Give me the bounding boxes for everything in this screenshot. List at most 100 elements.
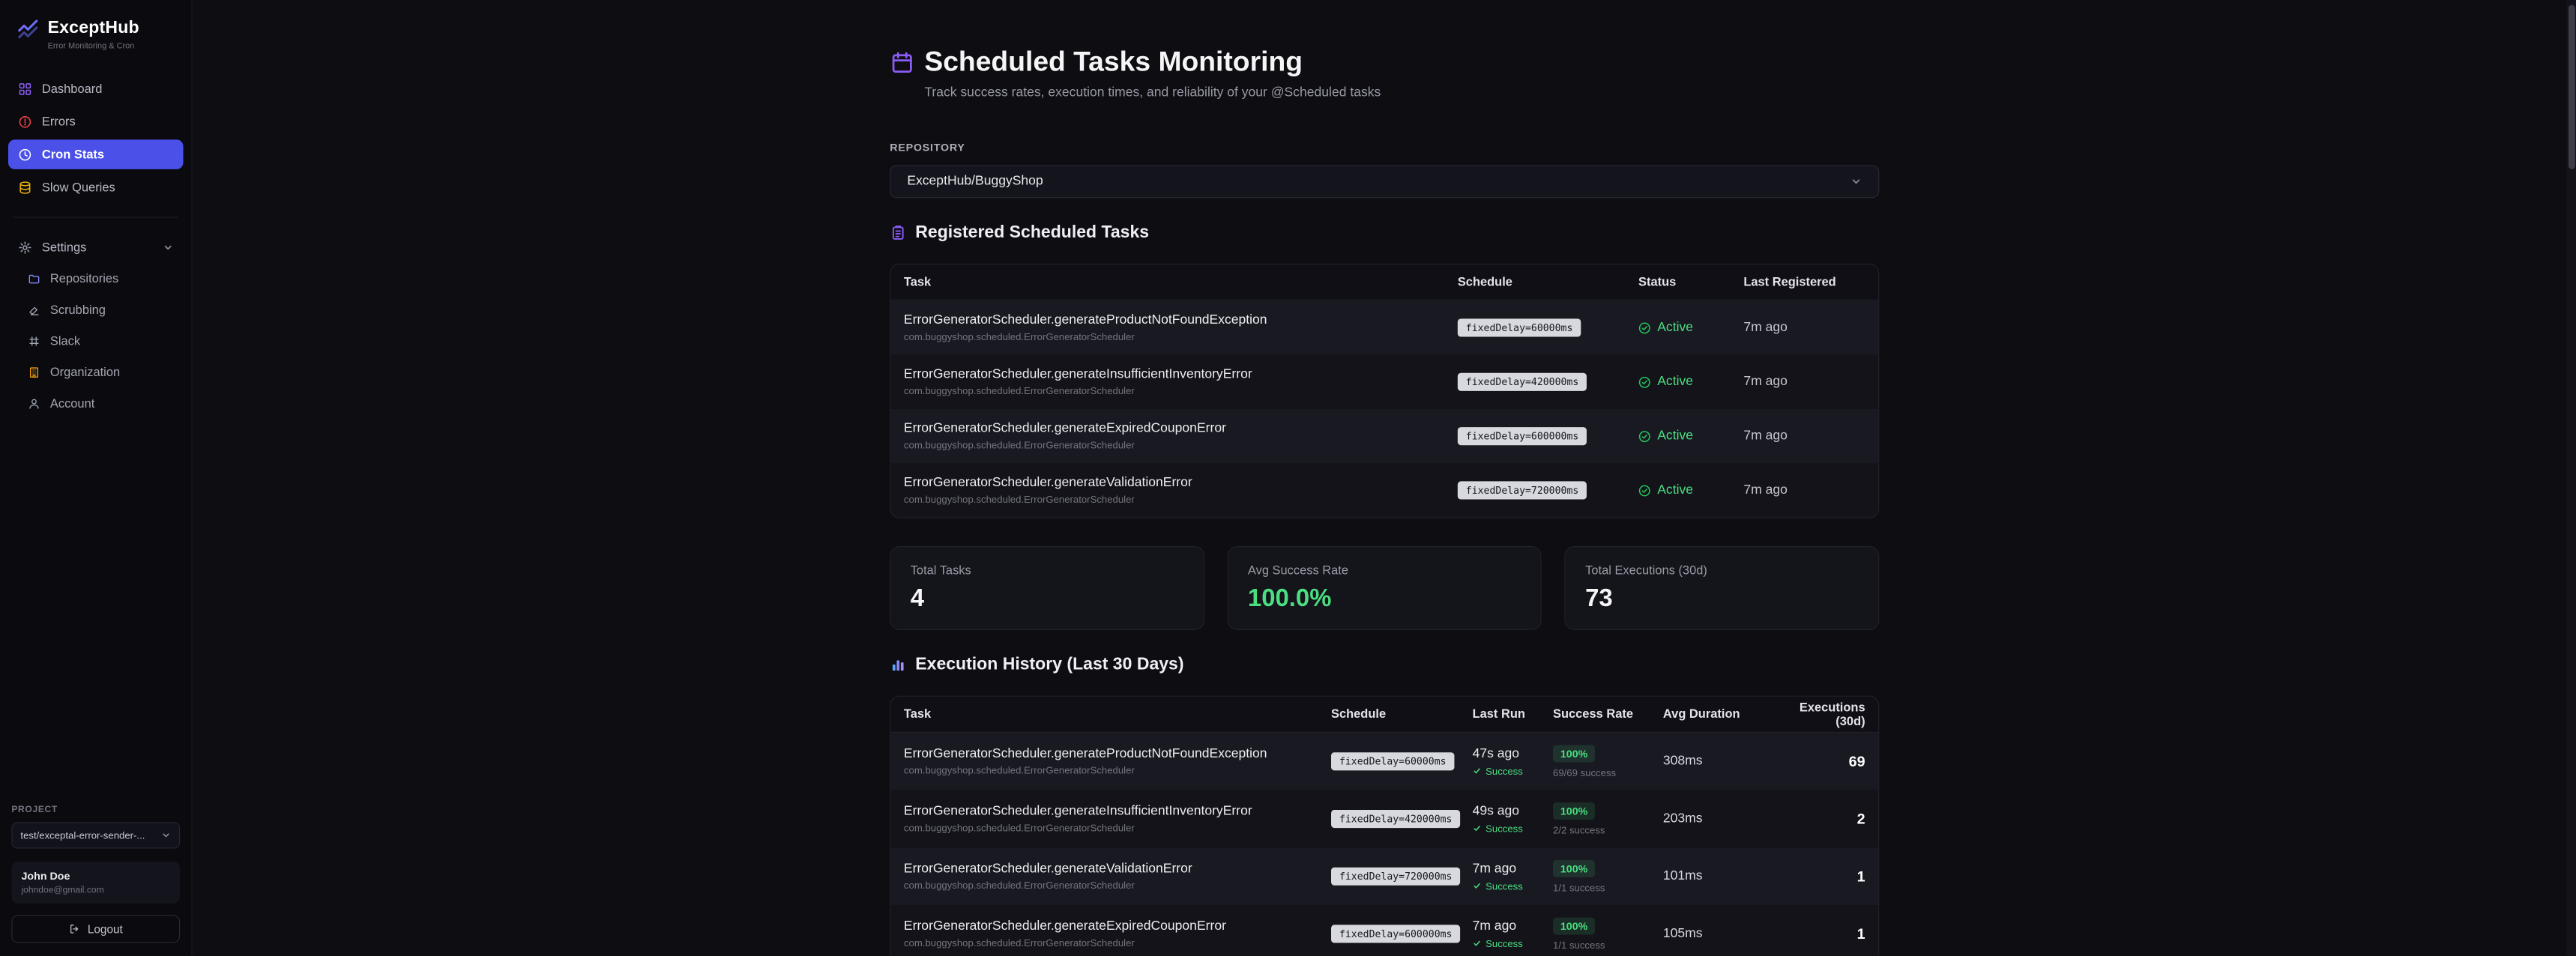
slack-icon: [28, 335, 40, 347]
table-row[interactable]: ErrorGeneratorScheduler.generateInsuffic…: [890, 790, 1878, 848]
check-circle-icon: [1638, 376, 1650, 388]
table-row[interactable]: ErrorGeneratorScheduler.generateProductN…: [890, 733, 1878, 790]
success-rate-badge: 100%: [1553, 859, 1595, 877]
task-class: com.buggyshop.scheduled.ErrorGeneratorSc…: [904, 765, 1318, 776]
user-email: johndoe@gmail.com: [22, 886, 170, 895]
schedule-chip: fixedDelay=720000ms: [1331, 868, 1460, 886]
task-class: com.buggyshop.scheduled.ErrorGeneratorSc…: [904, 937, 1318, 949]
col-header-avg-duration: Avg Duration: [1650, 707, 1768, 721]
sidebar-item-repositories[interactable]: Repositories: [8, 264, 184, 293]
repository-label: REPOSITORY: [890, 142, 1879, 154]
database-icon: [18, 181, 32, 195]
app-tagline: Error Monitoring & Cron: [48, 42, 139, 51]
avg-duration: 203ms: [1650, 811, 1768, 826]
sidebar-item-organization[interactable]: Organization: [8, 357, 184, 387]
bar-chart-icon: [890, 656, 906, 673]
table-row[interactable]: ErrorGeneratorScheduler.generateValidati…: [890, 463, 1878, 517]
last-registered: 7m ago: [1731, 483, 1879, 498]
last-run-time: 49s ago: [1473, 804, 1540, 819]
task-class: com.buggyshop.scheduled.ErrorGeneratorSc…: [904, 331, 1444, 342]
check-icon: [1473, 766, 1482, 775]
schedule-chip: fixedDelay=600000ms: [1458, 427, 1587, 445]
eraser-icon: [28, 303, 40, 315]
col-header-last-run: Last Run: [1459, 707, 1539, 721]
logo: ExceptHub Error Monitoring & Cron: [0, 0, 191, 51]
success-rate-badge: 100%: [1553, 802, 1595, 820]
last-run-time: 7m ago: [1473, 861, 1540, 876]
submenu-item-label: Scrubbing: [50, 303, 106, 317]
schedule-chip: fixedDelay=420000ms: [1331, 810, 1460, 828]
check-circle-icon: [1638, 321, 1650, 333]
scrollbar-track[interactable]: [2567, 0, 2576, 956]
task-class: com.buggyshop.scheduled.ErrorGeneratorSc…: [904, 385, 1444, 396]
chevron-down-icon: [163, 242, 173, 252]
check-circle-icon: [1638, 430, 1650, 442]
executions-count: 1: [1768, 868, 1879, 885]
task-name: ErrorGeneratorScheduler.generateProductN…: [904, 747, 1318, 762]
table-row[interactable]: ErrorGeneratorScheduler.generateInsuffic…: [890, 355, 1878, 409]
project-select[interactable]: test/exceptal-error-sender-...: [11, 822, 180, 848]
repository-select[interactable]: ExceptHub/BuggyShop: [890, 165, 1879, 198]
sidebar-item-slow-queries[interactable]: Slow Queries: [8, 172, 184, 202]
last-run-status: Success: [1485, 937, 1523, 949]
stat-value: 73: [1585, 585, 1859, 613]
sidebar-footer: PROJECT test/exceptal-error-sender-... J…: [0, 805, 191, 956]
col-header-schedule: Schedule: [1318, 707, 1459, 721]
executions-count: 1: [1768, 925, 1879, 943]
stat-label: Avg Success Rate: [1248, 563, 1521, 578]
sidebar-item-label: Dashboard: [42, 82, 102, 96]
gear-icon: [18, 240, 32, 255]
registered-tasks-table: Task Schedule Status Last Registered Err…: [890, 264, 1879, 518]
last-registered: 7m ago: [1731, 429, 1879, 444]
sidebar-item-errors[interactable]: Errors: [8, 107, 184, 136]
table-row[interactable]: ErrorGeneratorScheduler.generateValidati…: [890, 847, 1878, 905]
table-header-row: Task Schedule Last Run Success Rate Avg …: [890, 697, 1878, 733]
scrollbar-thumb[interactable]: [2569, 5, 2575, 169]
status-badge: Active: [1657, 429, 1693, 444]
dashboard-icon: [18, 82, 32, 96]
task-name: ErrorGeneratorScheduler.generateValidati…: [904, 862, 1318, 877]
calendar-icon: [890, 49, 914, 74]
registered-section-title: Registered Scheduled Tasks: [915, 223, 1149, 242]
excepthub-logo-icon: [16, 18, 40, 41]
building-icon: [28, 366, 40, 378]
task-class: com.buggyshop.scheduled.ErrorGeneratorSc…: [904, 822, 1318, 833]
submenu-item-label: Organization: [50, 365, 120, 379]
task-name: ErrorGeneratorScheduler.generateProductN…: [904, 313, 1444, 328]
logout-button[interactable]: Logout: [11, 915, 180, 943]
sidebar-item-slack[interactable]: Slack: [8, 326, 184, 355]
status-badge: Active: [1657, 375, 1693, 390]
col-header-executions: Executions (30d): [1768, 701, 1879, 728]
check-icon: [1473, 881, 1482, 890]
schedule-chip: fixedDelay=720000ms: [1458, 481, 1587, 499]
stat-label: Total Tasks: [911, 563, 1184, 578]
sidebar-item-dashboard[interactable]: Dashboard: [8, 74, 184, 103]
executions-count: 69: [1768, 753, 1879, 770]
sidebar-item-scrubbing[interactable]: Scrubbing: [8, 295, 184, 324]
settings-label: Settings: [42, 240, 86, 255]
col-header-last-registered: Last Registered: [1731, 275, 1879, 289]
stats-row: Total Tasks 4 Avg Success Rate 100.0% To…: [890, 546, 1879, 630]
success-rate-detail: 1/1 success: [1553, 882, 1650, 893]
table-row[interactable]: ErrorGeneratorScheduler.generateProductN…: [890, 300, 1878, 354]
table-row[interactable]: ErrorGeneratorScheduler.generateExpiredC…: [890, 905, 1878, 956]
success-rate-badge: 100%: [1553, 917, 1595, 934]
app-title: ExceptHub: [48, 18, 139, 37]
settings-submenu: Repositories Scrubbing Slack: [0, 262, 191, 418]
project-label: PROJECT: [11, 805, 180, 814]
sidebar-item-label: Cron Stats: [42, 148, 104, 162]
submenu-item-label: Account: [50, 396, 94, 411]
history-section-title: Execution History (Last 30 Days): [915, 655, 1183, 674]
registered-section-header: Registered Scheduled Tasks: [890, 223, 1879, 242]
sidebar-item-account[interactable]: Account: [8, 389, 184, 418]
schedule-chip: fixedDelay=420000ms: [1458, 373, 1587, 391]
sidebar-item-settings[interactable]: Settings: [8, 232, 184, 261]
sidebar-item-label: Slow Queries: [42, 181, 115, 195]
table-row[interactable]: ErrorGeneratorScheduler.generateExpiredC…: [890, 409, 1878, 463]
last-run-status: Success: [1485, 765, 1523, 776]
sidebar-item-cron-stats[interactable]: Cron Stats: [8, 139, 184, 169]
col-header-task: Task: [890, 275, 1444, 289]
stat-label: Total Executions (30d): [1585, 563, 1859, 578]
last-run-time: 47s ago: [1473, 746, 1540, 761]
chevron-down-icon: [1850, 176, 1862, 187]
